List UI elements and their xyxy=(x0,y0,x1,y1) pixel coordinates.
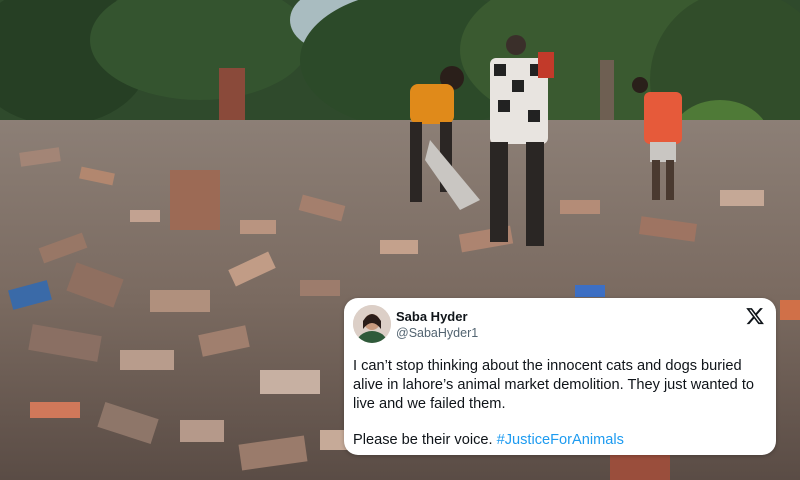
avatar-photo-icon xyxy=(353,305,391,343)
avatar[interactable] xyxy=(353,305,391,343)
x-logo-icon[interactable] xyxy=(746,307,764,325)
user-handle[interactable]: @SabaHyder1 xyxy=(396,326,478,340)
tweet-card[interactable]: Saba Hyder @SabaHyder1 I can’t stop thin… xyxy=(344,298,776,455)
tweet-cta-text: Please be their voice. xyxy=(353,432,497,448)
hashtag-link[interactable]: #JusticeForAnimals xyxy=(497,432,624,448)
tweet-text: I can’t stop thinking about the innocent… xyxy=(353,357,771,450)
x-logo-glyph xyxy=(746,308,764,325)
tweet-call-to-action: Please be their voice. #JusticeForAnimal… xyxy=(353,431,771,450)
display-name[interactable]: Saba Hyder xyxy=(396,309,468,324)
tweet-body: I can’t stop thinking about the innocent… xyxy=(353,358,754,412)
